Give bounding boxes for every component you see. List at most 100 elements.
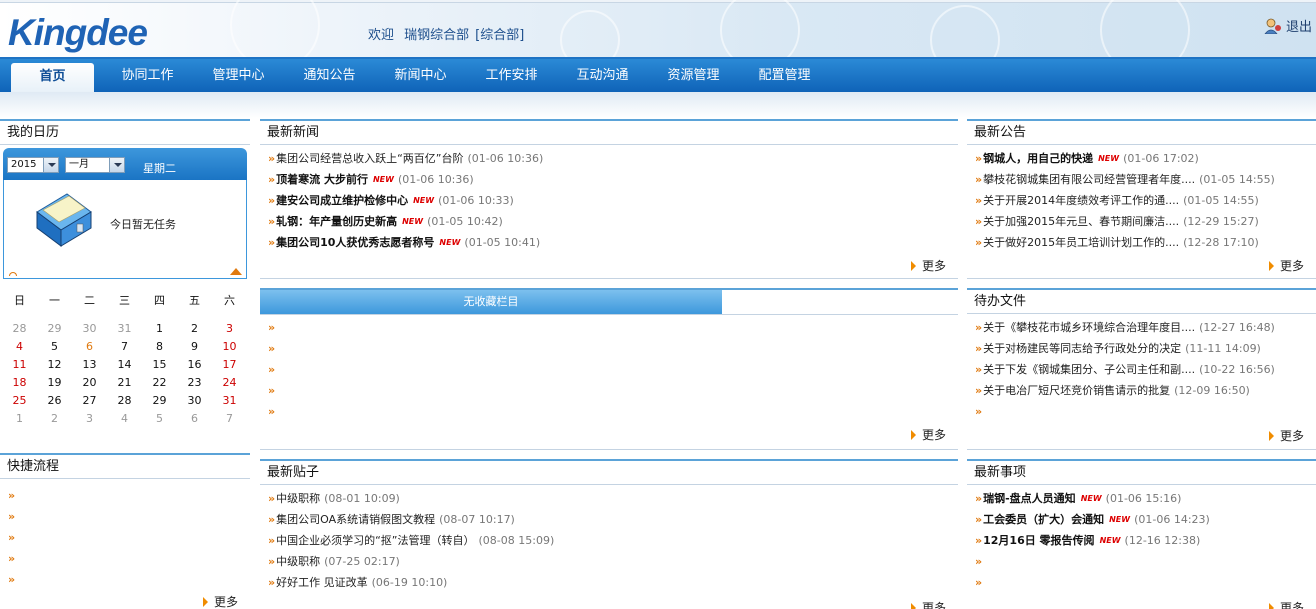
calendar-day[interactable]: 5 [142,410,177,428]
more-link[interactable]: 更多 [910,257,946,274]
more-link[interactable]: 更多 [1268,427,1304,444]
more-link[interactable]: 更多 [202,593,238,609]
calendar-day[interactable]: 5 [37,338,72,356]
chevron-down-icon[interactable] [43,158,58,172]
calendar-day[interactable]: 7 [212,410,247,428]
item-title[interactable]: 关于加强2015年元旦、春节期间廉洁.... [983,215,1179,228]
item-title[interactable]: 中级职称 [276,555,320,568]
list-item[interactable]: »中级职称 (08-01 10:09) [268,490,400,508]
calendar-day[interactable]: 14 [107,356,142,374]
calendar-day[interactable]: 28 [2,320,37,338]
calendar-day[interactable]: 18 [2,374,37,392]
item-title[interactable]: 工会委员（扩大）会通知 [983,513,1104,526]
tab-management[interactable]: 管理中心 [193,59,284,92]
item-title[interactable]: 集团公司10人获优秀志愿者称号 [276,236,434,249]
list-item[interactable]: » [975,553,983,571]
item-title[interactable]: 顶着寒流 大步前行 [276,173,368,186]
list-item[interactable]: »瑞钢-盘点人员通知 NEW (01-06 15:16) [975,490,1181,508]
year-select[interactable]: 2015 [7,157,59,173]
item-title[interactable]: 关于《攀枝花市城乡环境综合治理年度目.... [983,321,1195,334]
list-item[interactable]: »关于开展2014年度绩效考评工作的通.... (01-05 14:55) [975,192,1259,210]
tab-news[interactable]: 新闻中心 [375,59,466,92]
calendar-day[interactable]: 15 [142,356,177,374]
list-item[interactable]: »关于下发《钢城集团分、子公司主任和副.... (10-22 16:56) [975,361,1275,379]
more-link[interactable]: 更多 [910,426,946,443]
item-title[interactable]: 钢城人，用自己的快递 [983,152,1093,165]
calendar-day[interactable]: 11 [2,356,37,374]
list-item[interactable]: »攀枝花钢城集团有限公司经营管理者年度.... (01-05 14:55) [975,171,1275,189]
calendar-day[interactable]: 6 [72,338,107,356]
item-title[interactable]: 瑞钢-盘点人员通知 [983,492,1076,505]
tab-resources[interactable]: 资源管理 [648,59,739,92]
item-title[interactable]: 中国企业必须学习的“抠”法管理（转自） [276,534,474,547]
calendar-day[interactable]: 2 [37,410,72,428]
list-item[interactable]: » [268,403,276,421]
list-item[interactable]: » [975,403,983,421]
list-item[interactable]: » [8,487,16,505]
list-item[interactable]: »工会委员（扩大）会通知 NEW (01-06 14:23) [975,511,1210,529]
collapse-left-icon[interactable] [9,272,17,276]
item-title[interactable]: 攀枝花钢城集团有限公司经营管理者年度.... [983,173,1195,186]
calendar-day[interactable]: 8 [142,338,177,356]
calendar-day[interactable]: 12 [37,356,72,374]
list-item[interactable]: »12月16日 零报告传阅 NEW (12-16 12:38) [975,532,1200,550]
item-title[interactable]: 集团公司经营总收入跃上“两百亿”台阶 [276,152,463,165]
list-item[interactable]: »建安公司成立维护检修中心 NEW (01-06 10:33) [268,192,514,210]
more-link[interactable]: 更多 [1268,257,1304,274]
item-title[interactable]: 关于对杨建民等同志给予行政处分的决定 [983,342,1181,355]
list-item[interactable]: » [268,340,276,358]
calendar-day[interactable]: 27 [72,392,107,410]
tab-work-schedule[interactable]: 工作安排 [466,59,557,92]
item-title[interactable]: 12月16日 零报告传阅 [983,534,1094,547]
calendar-day[interactable]: 23 [177,374,212,392]
chevron-down-icon[interactable] [109,158,124,172]
list-item[interactable]: »轧钢：年产量创历史新高 NEW (01-05 10:42) [268,213,503,231]
favorites-tab[interactable]: 无收藏栏目 [260,290,722,314]
list-item[interactable]: »关于做好2015年员工培训计划工作的.... (12-28 17:10) [975,234,1259,252]
tab-home[interactable]: 首页 [11,63,94,94]
list-item[interactable]: »关于加强2015年元旦、春节期间廉洁.... (12-29 15:27) [975,213,1259,231]
list-item[interactable]: »顶着寒流 大步前行 NEW (01-06 10:36) [268,171,474,189]
calendar-day[interactable]: 31 [107,320,142,338]
item-title[interactable]: 轧钢：年产量创历史新高 [276,215,397,228]
list-item[interactable]: »集团公司10人获优秀志愿者称号 NEW (01-05 10:41) [268,234,540,252]
calendar-day[interactable]: 29 [37,320,72,338]
calendar-day[interactable]: 19 [37,374,72,392]
tab-config[interactable]: 配置管理 [739,59,830,92]
item-title[interactable]: 关于做好2015年员工培训计划工作的.... [983,236,1179,249]
item-title[interactable]: 建安公司成立维护检修中心 [276,194,408,207]
list-item[interactable]: »好好工作 见证改革 (06-19 10:10) [268,574,447,592]
item-title[interactable]: 集团公司OA系统请销假图文教程 [276,513,435,526]
list-item[interactable]: »关于电冶厂短尺坯竞价销售请示的批复 (12-09 16:50) [975,382,1250,400]
calendar-day[interactable]: 26 [37,392,72,410]
calendar-day[interactable]: 6 [177,410,212,428]
calendar-day[interactable]: 4 [2,338,37,356]
list-item[interactable]: »钢城人，用自己的快递 NEW (01-06 17:02) [975,150,1199,168]
logout-button[interactable]: 退出 [1264,16,1312,35]
calendar-day[interactable]: 30 [177,392,212,410]
list-item[interactable]: »集团公司OA系统请销假图文教程 (08-07 10:17) [268,511,515,529]
list-item[interactable]: »集团公司经营总收入跃上“两百亿”台阶 (01-06 10:36) [268,150,543,168]
calendar-day[interactable]: 21 [107,374,142,392]
list-item[interactable]: » [8,550,16,568]
calendar-day[interactable]: 2 [177,320,212,338]
calendar-day[interactable]: 1 [2,410,37,428]
calendar-day[interactable]: 9 [177,338,212,356]
list-item[interactable]: » [975,574,983,592]
more-link[interactable]: 更多 [910,599,946,609]
calendar-day[interactable]: 28 [107,392,142,410]
list-item[interactable]: »关于对杨建民等同志给予行政处分的决定 (11-11 14:09) [975,340,1261,358]
list-item[interactable]: »中国企业必须学习的“抠”法管理（转自） (08-08 15:09) [268,532,554,550]
item-title[interactable]: 关于电冶厂短尺坯竞价销售请示的批复 [983,384,1170,397]
item-title[interactable]: 关于下发《钢城集团分、子公司主任和副.... [983,363,1195,376]
list-item[interactable]: »中级职称 (07-25 02:17) [268,553,400,571]
list-item[interactable]: » [268,382,276,400]
list-item[interactable]: » [268,319,276,337]
calendar-day[interactable]: 3 [72,410,107,428]
tab-notices[interactable]: 通知公告 [284,59,375,92]
calendar-day[interactable]: 13 [72,356,107,374]
calendar-day[interactable]: 4 [107,410,142,428]
list-item[interactable]: » [268,361,276,379]
calendar-day[interactable]: 25 [2,392,37,410]
calendar-day[interactable]: 17 [212,356,247,374]
